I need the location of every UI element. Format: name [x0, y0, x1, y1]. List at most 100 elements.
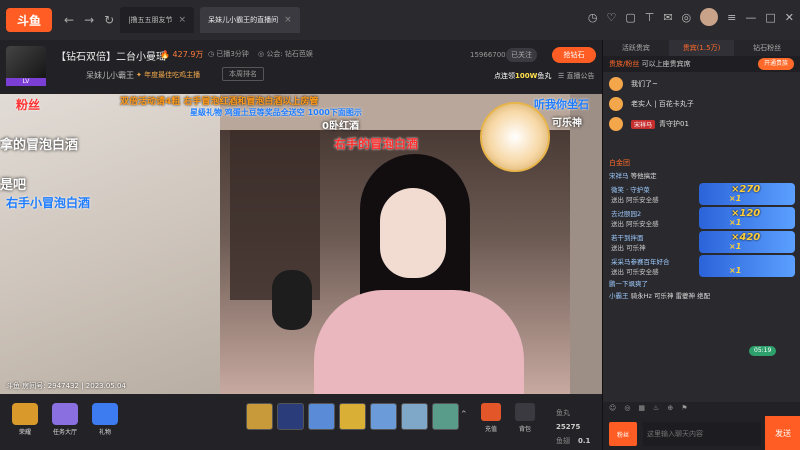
vip-notice: 贵族/粉丝 可以上座贵宾席 开通贵族	[603, 56, 800, 72]
gift-item[interactable]	[401, 403, 428, 430]
gift-bar-left: 荣耀 任务大厅 礼物	[8, 403, 122, 436]
rank-select[interactable]: 本周排名	[222, 67, 264, 81]
tab-vip[interactable]: 贵宾(1.5万)	[668, 40, 735, 56]
grab-diamond-button[interactable]: 抢钻石	[552, 47, 596, 63]
tab-events[interactable]: |撸五五朋友节 ×	[120, 7, 195, 33]
more-gifts-icon[interactable]: ⌃	[460, 410, 468, 420]
video-player[interactable]: 粉丝 拿的冒泡白酒 是吧 右手小冒泡白酒 双倍活动请4粗 右手冒泡红酒和冒泡白酒…	[0, 94, 602, 394]
task-icon	[52, 403, 78, 425]
promo-text[interactable]: 点连领100W鱼丸	[494, 71, 551, 81]
room-title: 【钻石双倍】二台小曼瑶	[56, 52, 166, 63]
open-noble-button[interactable]: 开通贵族	[757, 58, 794, 70]
forward-icon[interactable]: →	[84, 13, 94, 27]
game-icon[interactable]: ◎	[682, 11, 692, 24]
gift-item[interactable]	[370, 403, 397, 430]
gift-item[interactable]	[432, 403, 459, 430]
tab-live-room[interactable]: 呆妹儿小霸王的直播间 ×	[200, 7, 300, 33]
close-icon[interactable]: ×	[179, 15, 187, 25]
vip-avatar	[609, 97, 623, 111]
host-avatar[interactable]: LV	[6, 46, 46, 86]
gift-item[interactable]	[246, 403, 273, 430]
chat-line: 小霸王 骑永Hz 可乐神 雷夔神 绝配	[609, 292, 711, 300]
chat-line: 宋祥马 等他搞定	[609, 172, 657, 180]
fire-icon[interactable]: ♨	[653, 404, 659, 412]
follow-state[interactable]: 已关注	[506, 48, 537, 62]
fan-badge-button[interactable]: 粉丝	[609, 422, 637, 446]
tab-label: 呆妹儿小霸王的直播间	[208, 16, 279, 24]
color-icon[interactable]: ◎	[624, 404, 630, 412]
task-hall-button[interactable]: 任务大厅	[48, 403, 82, 436]
microphone	[272, 270, 312, 330]
right-panel: 活跃贵宾 贵宾(1.5万) 钻石粉丝 贵族/粉丝 可以上座贵宾席 开通贵族 我们…	[602, 40, 800, 450]
gift-multiplier: ×1	[729, 218, 742, 227]
honor-button[interactable]: 荣耀	[8, 403, 42, 436]
overlay-text: 右手小冒泡白酒	[6, 196, 91, 210]
flag-icon[interactable]: ⚑	[681, 404, 687, 412]
overlay-text: 可乐神	[552, 118, 582, 129]
gift-avatar-frame	[480, 102, 550, 172]
backpack-icon	[515, 403, 535, 421]
douyu-logo[interactable]: 斗鱼	[6, 8, 52, 32]
video-icon[interactable]: ▢	[625, 11, 635, 24]
history-icon[interactable]: ◷	[588, 11, 598, 24]
maximize-icon[interactable]: □	[765, 11, 775, 24]
backpack-button[interactable]: 背包	[512, 403, 538, 433]
gift-item[interactable]	[308, 403, 335, 430]
chat-input-area: ☺ ◎ ▦ ♨ ⊕ ⚑ 粉丝 发送	[603, 402, 800, 450]
announcement-link[interactable]: ☰ 直播公告	[558, 71, 595, 81]
streamer-face	[380, 188, 446, 278]
back-icon[interactable]: ←	[64, 13, 74, 27]
gift-message: 若干到拌面 送出 可乐神 ×420 ×1	[603, 230, 800, 254]
heart-icon[interactable]: ♡	[606, 11, 616, 24]
video-background-right	[570, 94, 602, 394]
rank-tabs: 活跃贵宾 贵宾(1.5万) 钻石粉丝	[603, 40, 800, 56]
gift-box-icon	[92, 403, 118, 425]
wallet-stats: 鱼丸25275 鱼翅 0.1	[556, 409, 591, 445]
gift-banner	[699, 255, 795, 277]
shirt-icon[interactable]: ⊤	[645, 11, 655, 24]
gift-message: 微笑 · 守护菜 送出 阿乐安全感 ×270 ×1	[603, 182, 800, 206]
nav-controls: ← → ↻	[64, 13, 114, 27]
host-name[interactable]: 呆妹儿小霸王	[86, 70, 134, 81]
gift-message: 采采马参赛百年好合 送出 可乐安全感 ×1	[603, 254, 800, 278]
award-badge: ✦ 年度最佳吃鸡主播	[136, 71, 201, 79]
send-button[interactable]: 发送	[765, 416, 800, 450]
chat-input[interactable]	[643, 422, 761, 446]
gift-button[interactable]: 礼物	[88, 403, 122, 436]
overlay-text: 听我你坐石	[534, 98, 589, 111]
grid-icon[interactable]: ▦	[638, 404, 645, 412]
gift-multiplier: ×1	[729, 194, 742, 203]
top-bar: 斗鱼 ← → ↻ |撸五五朋友节 × 呆妹儿小霸王的直播间 × ◷ ♡ ▢ ⊤ …	[0, 0, 800, 40]
close-window-icon[interactable]: ✕	[785, 11, 794, 24]
chat-tools: ☺ ◎ ▦ ♨ ⊕ ⚑	[609, 404, 687, 412]
gift-item[interactable]	[339, 403, 366, 430]
trophy-icon	[12, 403, 38, 425]
refresh-icon[interactable]: ↻	[104, 13, 114, 27]
recharge-icon	[481, 403, 501, 421]
vip-avatar	[609, 77, 623, 91]
vip-item[interactable]: 老实人 | 百花卡丸子	[609, 94, 794, 114]
overlay-text: 是吧	[0, 178, 27, 193]
user-avatar[interactable]	[700, 8, 719, 26]
vip-item[interactable]: 我们了~	[609, 74, 794, 94]
overlay-text: 双倍活动请4粗 右手冒泡红酒和冒泡白酒以上房管	[120, 97, 319, 107]
tab-diamond-fans[interactable]: 钻石粉丝	[734, 40, 800, 56]
plus-icon[interactable]: ⊕	[667, 404, 673, 412]
emoji-icon[interactable]: ☺	[609, 404, 616, 412]
close-icon[interactable]: ×	[284, 15, 292, 25]
message-icon[interactable]: ✉	[663, 11, 672, 24]
vip-item[interactable]: 宋祥马 青守护01	[609, 114, 794, 134]
room-watermark: 斗鱼 房间号: 2947432 | 2023.05.04	[6, 382, 126, 390]
room-header: LV 【钻石双倍】二台小曼瑶 🔥 427.9万 ◷ 已播3分钟 ◎ 公会: 钻石…	[0, 40, 602, 94]
vip-label: 宋祥马	[631, 119, 656, 129]
system-message: 鹏一下飒爽了	[609, 280, 648, 288]
gift-item[interactable]	[277, 403, 304, 430]
fans-count: 15966700	[470, 51, 506, 59]
streamer-body	[314, 290, 524, 394]
minimize-icon[interactable]: —	[745, 11, 756, 24]
menu-icon[interactable]: ≡	[727, 11, 736, 24]
vip-list: 我们了~ 老实人 | 百花卡丸子 宋祥马 青守护01	[603, 72, 800, 136]
tab-active-vip[interactable]: 活跃贵宾	[603, 40, 669, 56]
recharge-button[interactable]: 充值	[478, 403, 504, 433]
overlay-text: 拿的冒泡白酒	[0, 138, 79, 153]
